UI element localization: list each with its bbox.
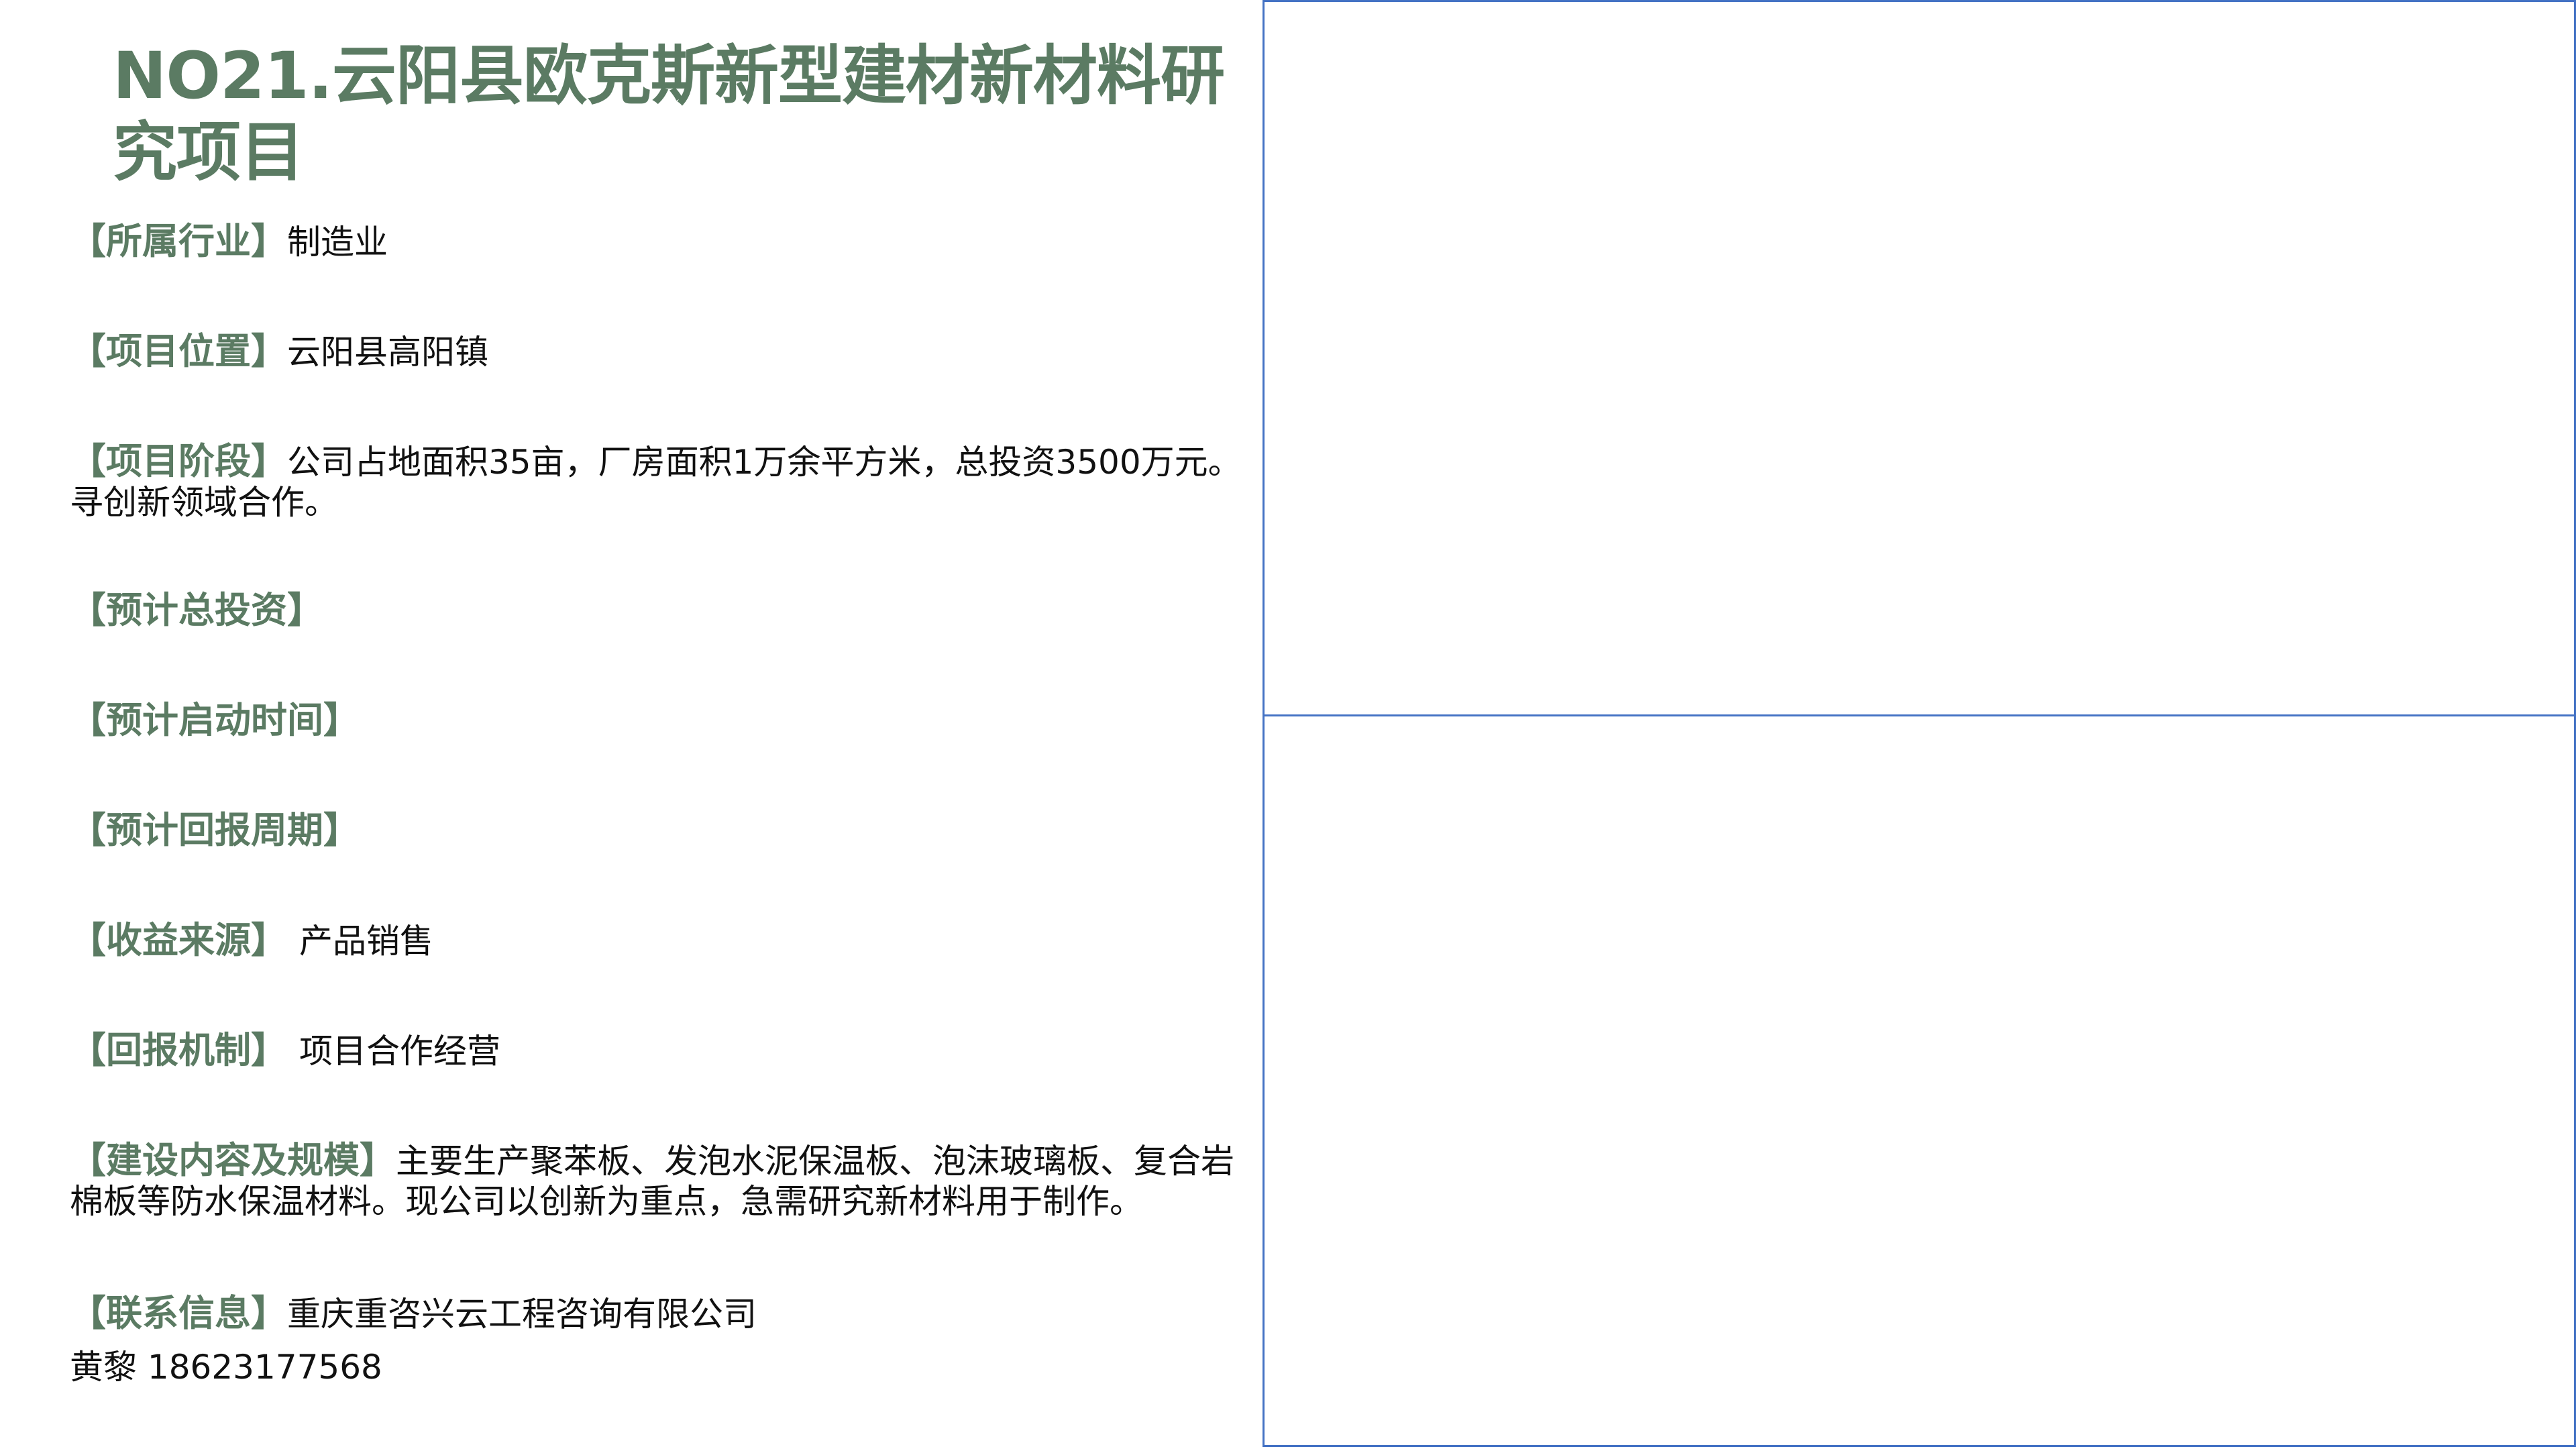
project-title: NO21.云阳县欧克斯新型建材新材料研究项目 — [113, 38, 1225, 190]
field-stage: 【项目阶段】公司占地面积35亩，厂房面积1万余平方米，总投资3500万元。寻创新… — [70, 441, 1257, 523]
project-info-panel: NO21.云阳县欧克斯新型建材新材料研究项目 【所属行业】制造业 【项目位置】云… — [0, 0, 1261, 1449]
field-return-period-label: 【预计回报周期】 — [70, 809, 360, 851]
field-construction-scope: 【建设内容及规模】主要生产聚苯板、发泡水泥保温板、泡沫玻璃板、复合岩棉板等防水保… — [70, 1140, 1257, 1222]
field-start-time-label: 【预计启动时间】 — [70, 699, 360, 741]
image-frame-top — [1263, 0, 2576, 716]
field-construction-scope-label: 【建设内容及规模】 — [70, 1139, 396, 1181]
field-return-mechanism: 【回报机制】 项目合作经营 — [70, 1030, 1257, 1071]
image-frame-bottom — [1263, 714, 2576, 1447]
field-industry-value: 制造业 — [287, 223, 388, 262]
field-industry-label: 【所属行业】 — [70, 220, 287, 262]
field-revenue-source-value: 产品销售 — [299, 922, 433, 961]
field-industry: 【所属行业】制造业 — [70, 221, 1257, 262]
field-location-label: 【项目位置】 — [70, 330, 287, 372]
field-total-investment-label: 【预计总投资】 — [70, 589, 323, 631]
field-stage-label: 【项目阶段】 — [70, 440, 287, 482]
field-return-mechanism-label: 【回报机制】 — [70, 1029, 287, 1071]
field-location: 【项目位置】云阳县高阳镇 — [70, 331, 1257, 372]
field-total-investment: 【预计总投资】 — [70, 590, 1257, 631]
page: NO21.云阳县欧克斯新型建材新材料研究项目 【所属行业】制造业 【项目位置】云… — [0, 0, 2576, 1449]
field-revenue-source: 【收益来源】 产品销售 — [70, 920, 1257, 961]
contact-person: 黄黎 18623177568 — [70, 1348, 382, 1387]
field-return-period: 【预计回报周期】 — [70, 810, 1257, 851]
field-revenue-source-label: 【收益来源】 — [70, 919, 287, 961]
field-contact-value: 重庆重咨兴云工程咨询有限公司 — [287, 1295, 757, 1334]
field-start-time: 【预计启动时间】 — [70, 700, 1257, 741]
field-contact-label: 【联系信息】 — [70, 1292, 287, 1334]
field-return-mechanism-value: 项目合作经营 — [299, 1032, 500, 1071]
field-location-value: 云阳县高阳镇 — [287, 333, 488, 372]
field-contact: 【联系信息】重庆重咨兴云工程咨询有限公司 — [70, 1293, 1257, 1334]
